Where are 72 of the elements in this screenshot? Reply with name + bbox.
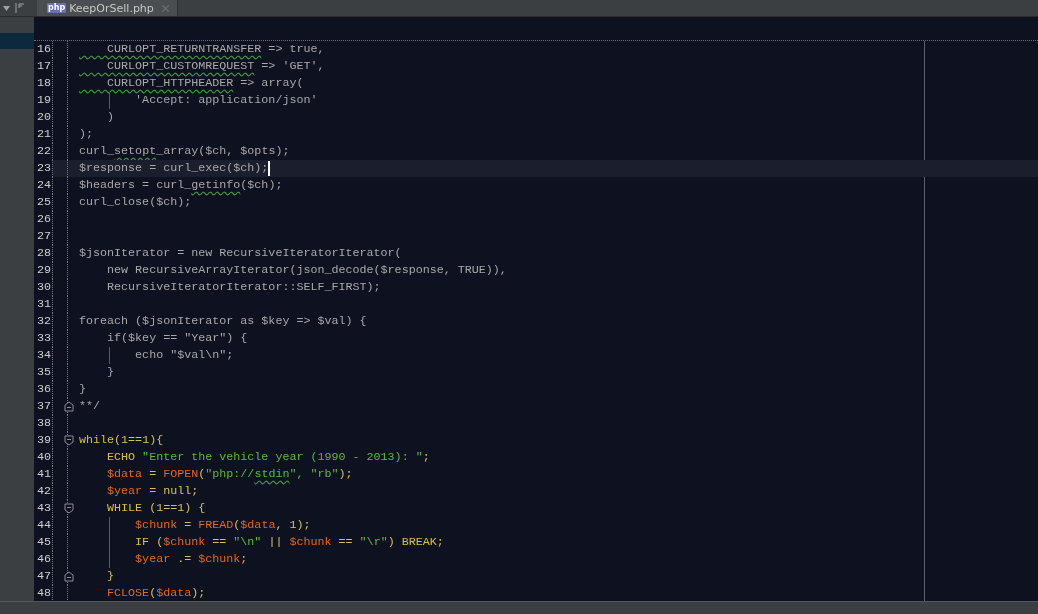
line-number: 35 [34,364,53,381]
code-line: $year = null; [106,483,199,500]
line-number: 32 [34,313,53,330]
line-number: 34 [34,347,53,364]
code-line: $response = curl_exec($ch); [79,160,269,177]
line-number: 25 [34,194,53,211]
line-number: 24 [34,177,53,194]
code-line: ); [79,126,94,143]
code-line: 'Accept: application/json' [134,92,318,109]
line-number: 48 [34,585,53,601]
line-number: 22 [34,143,53,160]
code-line: $data = FOPEN("php://stdin", "rb"); [106,466,353,483]
fold-icon[interactable] [64,401,74,412]
line-number: 16 [34,41,53,58]
code-line: IF ($chunk == "\n" || $chunk == "\r") BREAK; [134,534,444,551]
code-line: curl_setopt_array($ch, $opts); [79,143,290,160]
line-number: 21 [34,126,53,143]
line-number: 18 [34,75,53,92]
code-line: } [106,364,115,381]
fold-icon[interactable] [64,435,74,446]
line-number: 26 [34,211,53,228]
code-line: curl_close($ch); [79,194,192,211]
line-number: 20 [34,109,53,126]
code-line: echo "$val\n"; [134,347,234,364]
file-type-badge: php [47,3,67,13]
line-number: 28 [34,245,53,262]
code-line: if($key == "Year") { [106,330,248,347]
line-number: 36 [34,381,53,398]
code-line: } [106,568,115,585]
code-line: while(1==1){ [79,432,164,449]
line-number: 30 [34,279,53,296]
line-number: 41 [34,466,53,483]
code-line: new RecursiveArrayIterator(json_decode($response, TRUE)), [106,262,507,279]
code-line: RecursiveIteratorIterator::SELF_FIRST); [106,279,381,296]
line-number: 39 [34,432,53,449]
line-number: 17 [34,58,53,75]
code-line: $year .= $chunk; [134,551,248,568]
line-number: 47 [34,568,53,585]
dropdown-icon[interactable] [3,5,10,11]
line-number: 23 [34,160,53,177]
code-line: **/ [79,398,101,415]
line-number: 44 [34,517,53,534]
file-tab[interactable]: php KeepOrSell.php [37,0,178,16]
line-number: 27 [34,228,53,245]
side-panel-selection [0,33,34,49]
code-line: $jsonIterator = new RecursiveIteratorIterator( [79,245,402,262]
line-number: 38 [34,415,53,432]
code-line: ) [106,109,115,126]
line-number: 29 [34,262,53,279]
code-line: WHILE (1==1) { [106,500,206,517]
line-number: 43 [34,500,53,517]
line-number: 33 [34,330,53,347]
code-line: FCLOSE($data); [106,585,206,601]
pin-icon[interactable] [15,3,25,13]
line-number: 42 [34,483,53,500]
fold-icon[interactable] [64,503,74,514]
line-number: 31 [34,296,53,313]
code-line: ECHO "Enter the vehicle year (1990 - 2013): "; [106,449,430,466]
line-number: 40 [34,449,53,466]
code-line: $headers = curl_getinfo($ch); [79,177,283,194]
line-number: 45 [34,534,53,551]
line-number: 37 [34,398,53,415]
code-line: CURLOPT_HTTPHEADER => array( [106,75,304,92]
code-line: CURLOPT_CUSTOMREQUEST => 'GET', [106,58,325,75]
code-line: CURLOPT_RETURNTRANSFER => true, [106,41,325,58]
line-number: 46 [34,551,53,568]
code-line: foreach ($jsonIterator as $key => $val) { [79,313,367,330]
line-number: 19 [34,92,53,109]
fold-icon[interactable] [64,571,74,582]
text-cursor [268,161,271,176]
code-line: } [79,381,86,398]
code-line: $chunk = FREAD($data, 1); [134,517,311,534]
